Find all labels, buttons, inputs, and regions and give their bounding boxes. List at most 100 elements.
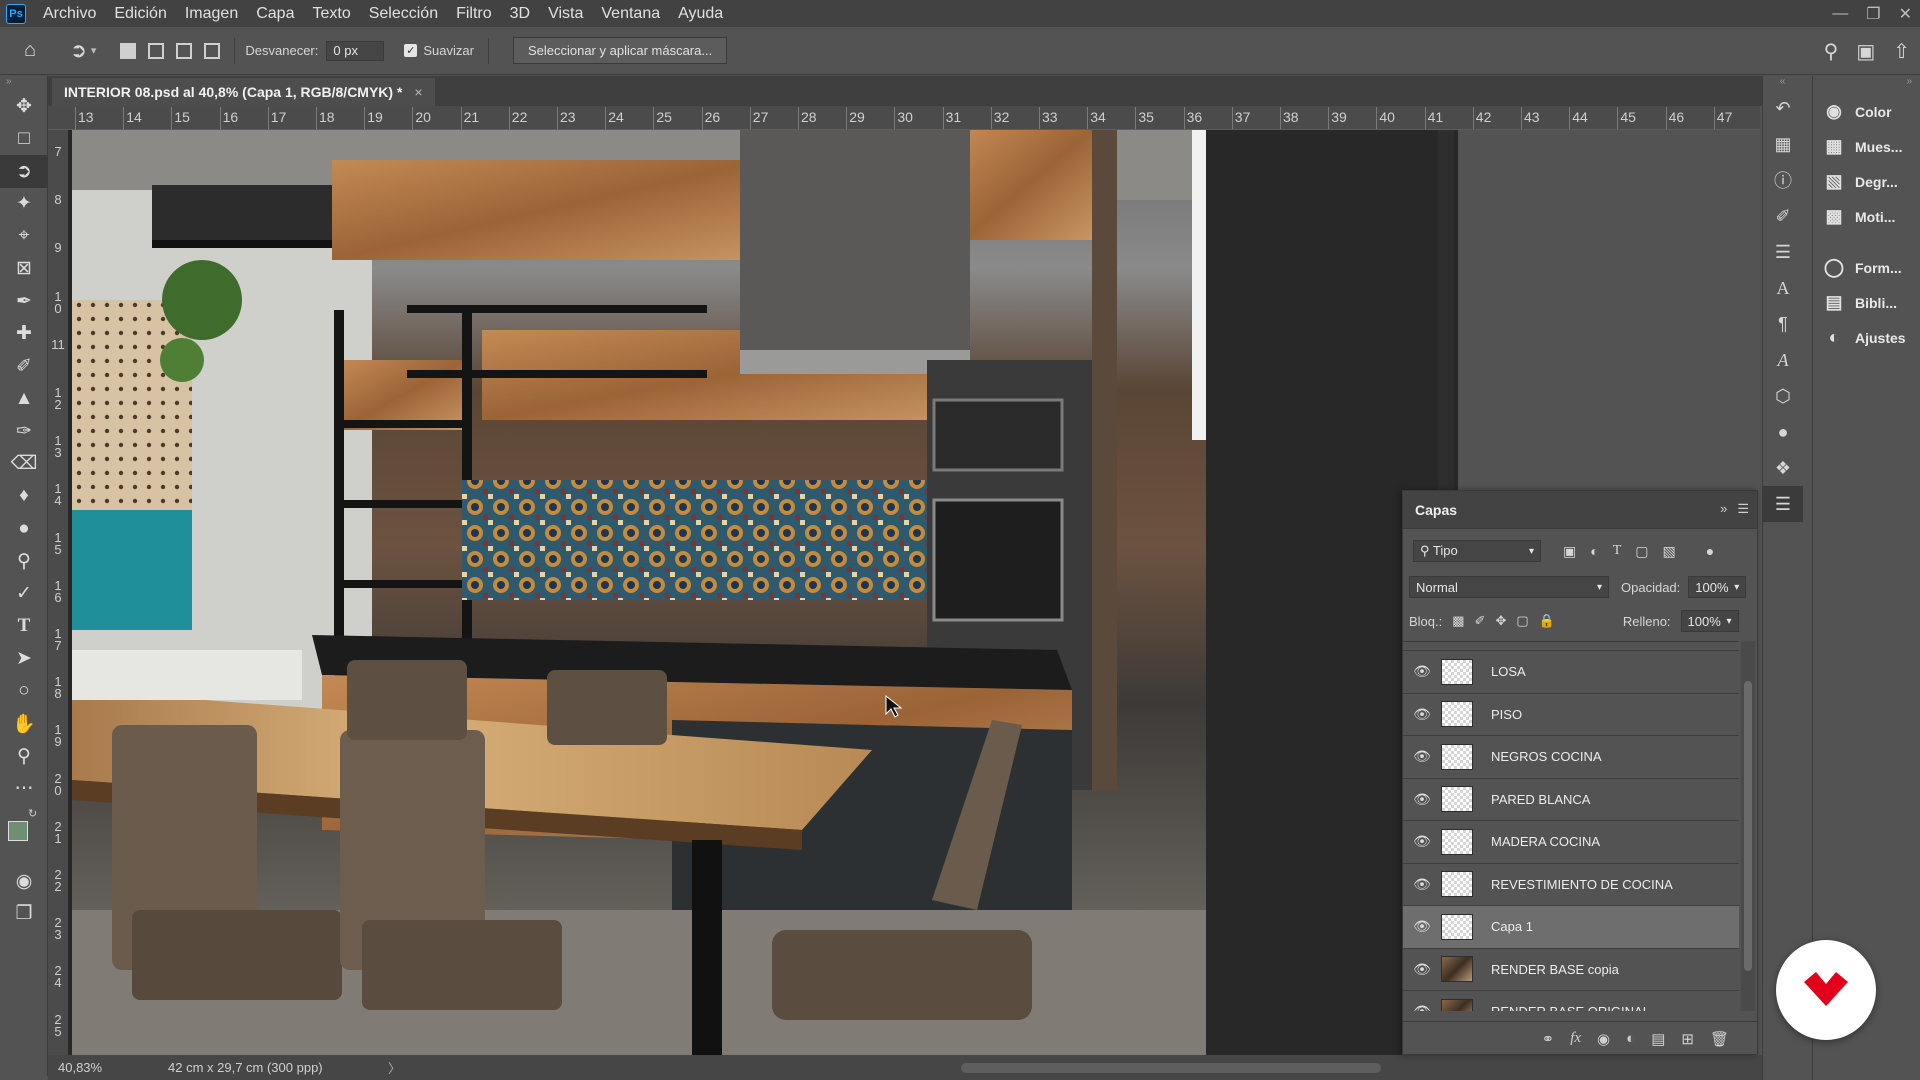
layer-thumbnail[interactable]: [1441, 658, 1473, 685]
menu-seleccion[interactable]: Selección: [360, 5, 447, 23]
eyedropper-tool-icon[interactable]: ✒: [0, 285, 48, 318]
layer-thumbnail[interactable]: [1441, 998, 1473, 1011]
layer-row[interactable]: 👁 PISO: [1403, 694, 1739, 736]
visibility-eye-icon[interactable]: 👁: [1403, 1003, 1441, 1011]
menu-capa[interactable]: Capa: [247, 5, 303, 23]
delete-layer-icon[interactable]: 🗑: [1710, 1030, 1729, 1048]
layer-thumbnail[interactable]: [1441, 871, 1473, 898]
3d-icon[interactable]: ⬡: [1763, 378, 1803, 414]
layer-row[interactable]: 👁 NEGROS COCINA: [1403, 736, 1739, 779]
canvas-scrollbar[interactable]: [1438, 130, 1454, 510]
restore-icon[interactable]: ❐: [1866, 4, 1880, 24]
filter-toggle-icon[interactable]: ●: [1706, 543, 1714, 560]
blur-tool-icon[interactable]: ●: [0, 513, 48, 546]
layer-thumbnail[interactable]: [1441, 956, 1473, 983]
menu-ventana[interactable]: Ventana: [592, 5, 669, 23]
panel-patterns[interactable]: ▩ Moti...: [1813, 199, 1920, 234]
add-selection-button[interactable]: [148, 42, 165, 59]
close-tab-icon[interactable]: ×: [414, 84, 422, 100]
layer-name[interactable]: MADERA COCINA: [1491, 834, 1600, 849]
shape-filter-icon[interactable]: ▢: [1635, 543, 1648, 560]
properties-icon[interactable]: ▦: [1763, 126, 1803, 162]
layer-name[interactable]: RENDER BASE copia: [1491, 962, 1619, 977]
menu-ayuda[interactable]: Ayuda: [669, 5, 732, 23]
visibility-eye-icon[interactable]: 👁: [1403, 706, 1441, 723]
lasso-tool-icon[interactable]: ➲: [0, 155, 48, 188]
layer-list-scroll-thumb[interactable]: [1744, 681, 1752, 971]
type-tool-icon[interactable]: T: [0, 610, 48, 643]
layer-row[interactable]: 👁 RENDER BASE copia: [1403, 949, 1739, 991]
lock-all-icon[interactable]: 🔒: [1539, 613, 1555, 629]
layers-panel-title[interactable]: Capas: [1415, 502, 1457, 518]
layer-thumbnail[interactable]: [1441, 913, 1473, 940]
panel-color[interactable]: ◉ Color: [1813, 94, 1920, 129]
visibility-eye-icon[interactable]: 👁: [1403, 663, 1441, 680]
paths-icon[interactable]: ❖: [1763, 450, 1803, 486]
menu-texto[interactable]: Texto: [303, 5, 359, 23]
brush-settings-icon[interactable]: ✐: [1763, 198, 1803, 234]
move-tool-icon[interactable]: ✥: [0, 90, 48, 123]
history-brush-tool-icon[interactable]: ✑: [0, 415, 48, 448]
add-mask-icon[interactable]: ◉: [1597, 1030, 1610, 1048]
healing-tool-icon[interactable]: ✚: [0, 318, 48, 351]
feather-input[interactable]: [326, 40, 385, 61]
link-layers-icon[interactable]: ⚭: [1542, 1030, 1555, 1048]
layer-thumbnail[interactable]: [1441, 743, 1473, 770]
pixel-filter-icon[interactable]: ▣: [1563, 543, 1576, 560]
menu-filtro[interactable]: Filtro: [447, 5, 501, 23]
close-icon[interactable]: ✕: [1899, 4, 1912, 24]
dodge-tool-icon[interactable]: ⚲: [0, 545, 48, 578]
document-tab[interactable]: INTERIOR 08.psd al 40,8% (Capa 1, RGB/8/…: [52, 78, 435, 106]
intersect-selection-button[interactable]: [204, 42, 221, 59]
brush-tool-icon[interactable]: ✐: [0, 350, 48, 383]
channels-icon[interactable]: ●: [1763, 414, 1803, 450]
lock-artboard-icon[interactable]: ▢: [1516, 613, 1528, 629]
panel-gradients[interactable]: ▧ Degr...: [1813, 164, 1920, 199]
menu-archivo[interactable]: Archivo: [34, 5, 105, 23]
menu-imagen[interactable]: Imagen: [176, 5, 247, 23]
marquee-tool-icon[interactable]: □: [0, 123, 48, 156]
quick-mask-icon[interactable]: ◉: [0, 865, 48, 898]
panel-shapes[interactable]: ◯ Form...: [1813, 250, 1920, 285]
subtract-selection-button[interactable]: [176, 42, 193, 59]
panel-adjustments[interactable]: ◐ Ajustes: [1813, 320, 1920, 355]
fill-input[interactable]: 100% ▾: [1680, 610, 1739, 632]
workspace-icon[interactable]: ▣: [1856, 39, 1875, 64]
collapse-panel-icon[interactable]: »: [1720, 501, 1727, 517]
new-adjustment-icon[interactable]: ◐: [1626, 1030, 1635, 1047]
filter-kind-dropdown[interactable]: ⚲ Tipo ▾: [1413, 540, 1541, 562]
layer-row[interactable]: 👁 RENDER BASE ORIGINAL: [1403, 991, 1739, 1011]
screen-mode-icon[interactable]: ❐: [0, 898, 48, 931]
swap-colors-icon[interactable]: ↻: [28, 807, 37, 820]
more-tools-icon[interactable]: ⋯: [0, 773, 48, 806]
visibility-eye-icon[interactable]: 👁: [1403, 791, 1441, 808]
visibility-eye-icon[interactable]: 👁: [1403, 748, 1441, 765]
type-filter-icon[interactable]: T: [1613, 543, 1622, 560]
blend-mode-dropdown[interactable]: Normal ▾: [1409, 576, 1609, 598]
path-selection-tool-icon[interactable]: ➤: [0, 643, 48, 676]
minimize-icon[interactable]: —: [1832, 5, 1848, 23]
stamp-tool-icon[interactable]: ▲: [0, 383, 48, 416]
info-icon[interactable]: ⓘ: [1763, 162, 1803, 198]
layer-thumbnail[interactable]: [1441, 828, 1473, 855]
collapse-icon[interactable]: »: [1813, 76, 1920, 94]
frame-tool-icon[interactable]: ⊠: [0, 253, 48, 286]
visibility-eye-icon[interactable]: 👁: [1403, 918, 1441, 935]
visibility-eye-icon[interactable]: 👁: [1403, 876, 1441, 893]
layer-name[interactable]: RENDER BASE ORIGINAL: [1491, 1004, 1650, 1011]
chevron-down-icon[interactable]: ▾: [91, 44, 97, 57]
layer-row[interactable]: 👁 MADERA COCINA: [1403, 821, 1739, 864]
shape-tool-icon[interactable]: ○: [0, 675, 48, 708]
fx-icon[interactable]: fx: [1570, 1030, 1581, 1047]
layer-thumbnail[interactable]: [1441, 701, 1473, 728]
tool-presets-icon[interactable]: ☰: [1763, 234, 1803, 270]
panel-libraries[interactable]: ▤ Bibli...: [1813, 285, 1920, 320]
eraser-tool-icon[interactable]: ⌫: [0, 448, 48, 481]
share-icon[interactable]: ⇧: [1893, 39, 1910, 64]
magic-wand-tool-icon[interactable]: ✦: [0, 188, 48, 221]
layer-row[interactable]: 👁 REVESTIMIENTO DE COCINA: [1403, 864, 1739, 906]
home-icon[interactable]: ⌂: [24, 39, 36, 62]
lock-transparent-icon[interactable]: ▩: [1452, 613, 1464, 629]
canvas-area[interactable]: [68, 130, 1458, 1055]
layer-name[interactable]: REVESTIMIENTO DE COCINA: [1491, 877, 1673, 892]
